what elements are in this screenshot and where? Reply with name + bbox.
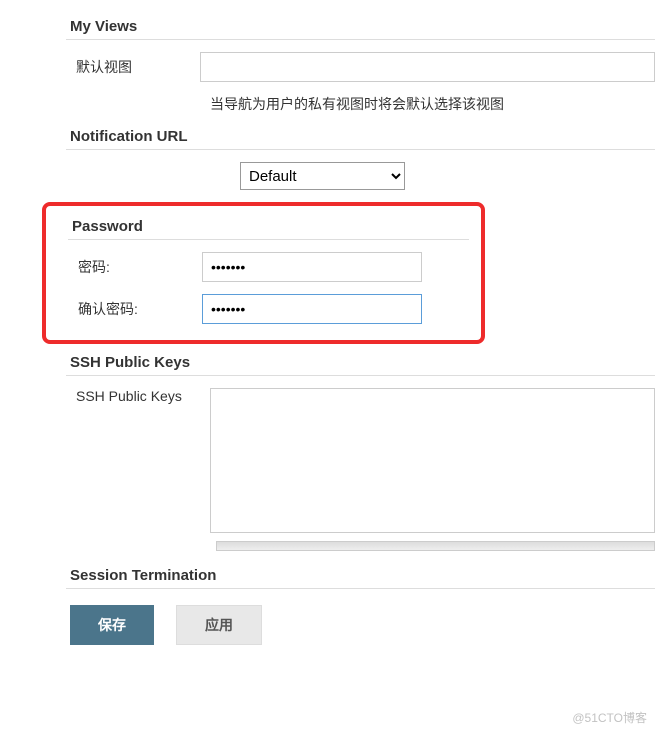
textarea-scrollbar[interactable] [216, 541, 655, 551]
notification-url-select[interactable]: Default [240, 162, 405, 190]
apply-button[interactable]: 应用 [176, 605, 262, 645]
confirm-password-input[interactable] [202, 294, 422, 324]
default-view-help: 当导航为用户的私有视图时将会默认选择该视图 [210, 94, 655, 114]
ssh-keys-label: SSH Public Keys [70, 388, 210, 404]
password-section-highlight: Password 密码: 确认密码: [42, 202, 485, 344]
divider [66, 39, 655, 40]
password-header: Password [58, 218, 469, 235]
ssh-keys-header: SSH Public Keys [70, 354, 655, 371]
password-row: 密码: [58, 252, 469, 282]
default-view-label: 默认视图 [70, 57, 200, 77]
ssh-keys-textarea[interactable] [210, 388, 655, 533]
default-view-input[interactable] [200, 52, 655, 82]
my-views-header: My Views [70, 18, 655, 35]
button-row: 保存 应用 [70, 605, 655, 645]
save-button[interactable]: 保存 [70, 605, 154, 645]
divider [68, 239, 469, 240]
divider [66, 375, 655, 376]
divider [66, 588, 655, 589]
session-termination-header: Session Termination [70, 567, 655, 584]
default-view-row: 默认视图 [70, 52, 655, 82]
confirm-password-row: 确认密码: [58, 294, 469, 324]
confirm-password-label: 确认密码: [72, 299, 202, 319]
notification-url-row: Default [240, 162, 655, 190]
password-input[interactable] [202, 252, 422, 282]
password-label: 密码: [72, 257, 202, 277]
divider [66, 149, 655, 150]
watermark: @51CTO博客 [572, 709, 647, 726]
ssh-keys-row: SSH Public Keys [70, 388, 655, 533]
notification-url-header: Notification URL [70, 128, 655, 145]
